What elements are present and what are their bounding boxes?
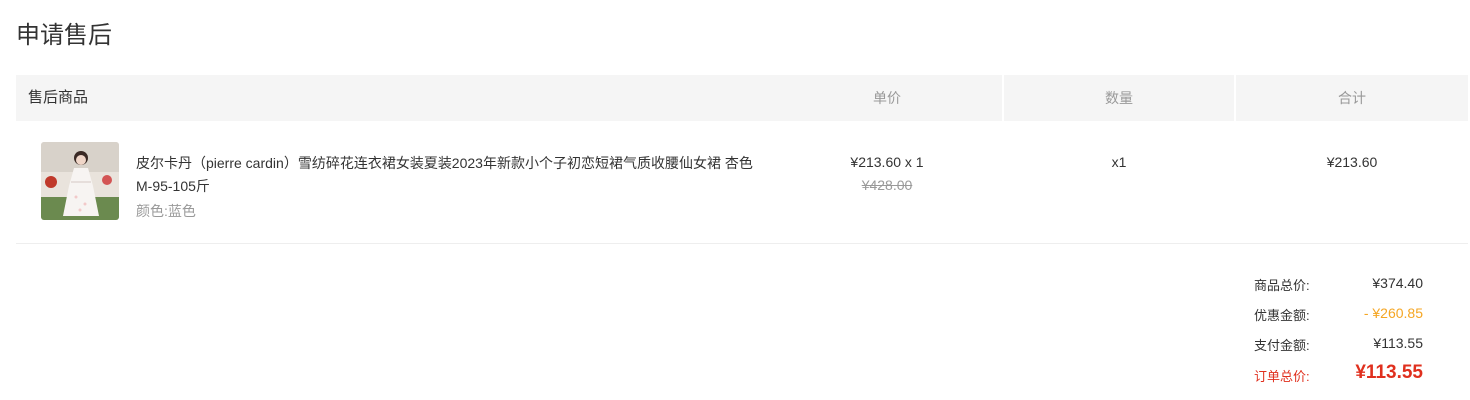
table-header: 售后商品 单价 数量 合计	[16, 75, 1468, 121]
discount-value: - ¥260.85	[1363, 305, 1423, 321]
header-goods: 售后商品	[16, 75, 782, 121]
order-total-label: 订单总价:	[1254, 369, 1310, 384]
goods-total-label: 商品总价:	[1254, 278, 1310, 293]
original-price: ¥428.00	[861, 177, 913, 193]
header-total: 合计	[1236, 75, 1468, 121]
table-row: 皮尔卡丹（pierre cardin）雪纺碎花连衣裙女装夏装2023年新款小个子…	[16, 121, 1468, 244]
unit-price: ¥213.60 x 1	[850, 154, 924, 170]
item-line-total: ¥213.60	[1326, 154, 1378, 170]
discount-label: 优惠金额:	[1254, 308, 1310, 323]
product-spec: 颜色:蓝色	[136, 203, 196, 219]
product-name[interactable]: 皮尔卡丹（pierre cardin）雪纺碎花连衣裙女装夏装2023年新款小个子…	[136, 152, 756, 198]
goods-total-value: ¥374.40	[1372, 275, 1423, 291]
paid-label: 支付金额:	[1254, 338, 1310, 353]
page-title: 申请售后	[16, 22, 112, 49]
paid-value: ¥113.55	[1373, 335, 1423, 351]
item-quantity: x1	[1111, 154, 1127, 170]
header-unit-price: 单价	[772, 75, 1002, 121]
order-total-value: ¥113.55	[1355, 362, 1423, 383]
product-thumbnail[interactable]	[41, 142, 119, 220]
header-quantity: 数量	[1004, 75, 1234, 121]
